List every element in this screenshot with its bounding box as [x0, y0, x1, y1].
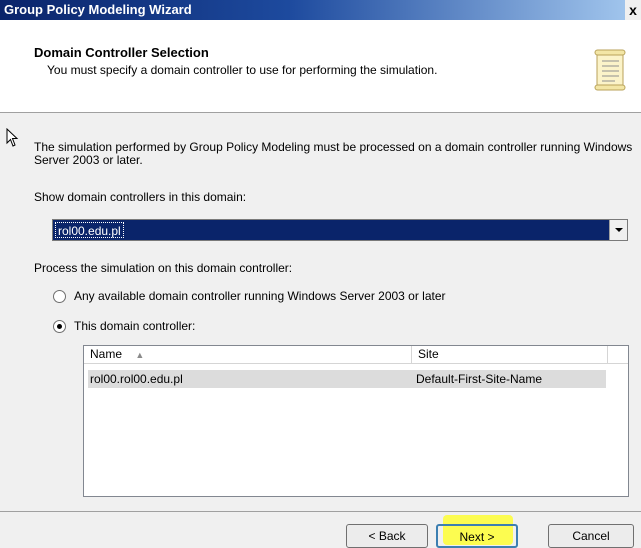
- radio-this-dc[interactable]: This domain controller:: [53, 319, 195, 333]
- next-button[interactable]: Next >: [436, 524, 518, 548]
- dropdown-button[interactable]: [609, 220, 627, 240]
- domain-combobox[interactable]: rol00.edu.pl: [52, 219, 628, 241]
- list-header: Name ▲ Site: [84, 346, 628, 364]
- row-site-cell: Default-First-Site-Name: [416, 372, 543, 386]
- radio-any-dc[interactable]: Any available domain controller running …: [53, 289, 446, 303]
- radio-this-dc-label: This domain controller:: [74, 319, 196, 333]
- page-title: Domain Controller Selection: [34, 45, 209, 60]
- radio-this-dc-button[interactable]: [53, 319, 66, 333]
- close-button[interactable]: x: [625, 0, 641, 20]
- chevron-down-icon: [614, 228, 623, 232]
- column-name-label: Name: [90, 347, 123, 361]
- table-row[interactable]: rol00.rol00.edu.pl Default-First-Site-Na…: [88, 370, 606, 388]
- mouse-pointer-icon: [6, 128, 19, 147]
- page-subtitle: You must specify a domain controller to …: [47, 63, 438, 77]
- process-label: Process the simulation on this domain co…: [34, 261, 293, 275]
- intro-text: The simulation performed by Group Policy…: [34, 140, 633, 167]
- title-bar: Group Policy Modeling Wizard x: [0, 0, 641, 20]
- column-header-filler: [608, 346, 628, 364]
- column-header-name[interactable]: Name ▲: [84, 346, 412, 364]
- row-name-cell: rol00.rol00.edu.pl: [90, 372, 183, 386]
- footer-divider: [0, 511, 641, 512]
- column-site-label: Site: [418, 347, 439, 361]
- sort-ascending-icon: ▲: [135, 350, 145, 360]
- radio-any-dc-button[interactable]: [53, 289, 66, 303]
- radio-any-dc-label: Any available domain controller running …: [74, 289, 446, 303]
- cancel-button[interactable]: Cancel: [548, 524, 634, 548]
- domain-combobox-value: rol00.edu.pl: [55, 222, 124, 238]
- back-button[interactable]: < Back: [346, 524, 428, 548]
- column-header-site[interactable]: Site: [412, 346, 608, 364]
- domain-label: Show domain controllers in this domain:: [34, 190, 247, 204]
- scroll-icon: [594, 49, 626, 91]
- wizard-header: Domain Controller Selection You must spe…: [0, 20, 641, 113]
- domain-controller-list[interactable]: Name ▲ Site rol00.rol00.edu.pl Default-F…: [83, 345, 629, 497]
- window-title: Group Policy Modeling Wizard: [4, 2, 192, 17]
